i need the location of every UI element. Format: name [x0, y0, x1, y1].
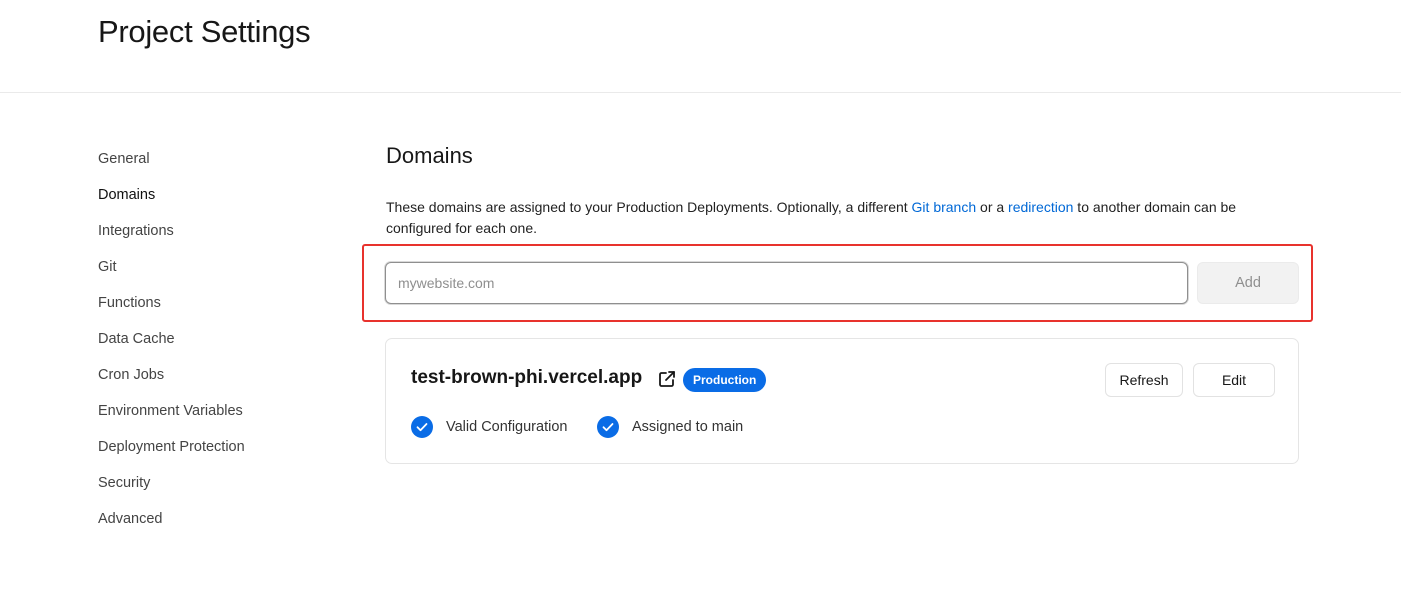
status-valid-configuration: Valid Configuration — [411, 416, 567, 438]
external-link-icon[interactable] — [657, 369, 677, 389]
section-title: Domains — [386, 143, 473, 168]
domain-link[interactable]: test-brown-phi.vercel.app — [411, 367, 642, 389]
status-label: Valid Configuration — [446, 419, 568, 435]
sidebar-item-deployment-protection[interactable]: Deployment Protection — [98, 436, 245, 472]
sidebar-item-data-cache[interactable]: Data Cache — [98, 328, 245, 364]
settings-sidebar: General Domains Integrations Git Functio… — [98, 148, 245, 544]
add-domain-button[interactable]: Add — [1197, 262, 1299, 304]
check-circle-icon — [597, 416, 619, 438]
status-assigned-branch: Assigned to main — [597, 416, 743, 438]
sidebar-item-domains[interactable]: Domains — [98, 184, 245, 220]
page-title: Project Settings — [98, 14, 311, 49]
refresh-button[interactable]: Refresh — [1105, 363, 1183, 397]
sidebar-item-functions[interactable]: Functions — [98, 292, 245, 328]
edit-button[interactable]: Edit — [1193, 363, 1275, 397]
sidebar-item-security[interactable]: Security — [98, 472, 245, 508]
check-circle-icon — [411, 416, 433, 438]
description-text: or a — [976, 199, 1009, 215]
production-badge: Production — [683, 368, 767, 392]
sidebar-item-git[interactable]: Git — [98, 256, 245, 292]
git-branch-link[interactable]: Git branch — [912, 199, 977, 215]
status-label: Assigned to main — [632, 419, 744, 435]
sidebar-item-general[interactable]: General — [98, 148, 245, 184]
sidebar-item-integrations[interactable]: Integrations — [98, 220, 245, 256]
domain-input[interactable] — [385, 262, 1188, 304]
sidebar-item-environment-variables[interactable]: Environment Variables — [98, 400, 245, 436]
page-header: Project Settings — [0, 0, 1401, 93]
sidebar-item-cron-jobs[interactable]: Cron Jobs — [98, 364, 245, 400]
description-text: These domains are assigned to your Produ… — [386, 199, 912, 215]
section-description: These domains are assigned to your Produ… — [386, 197, 1286, 239]
redirection-link[interactable]: redirection — [1008, 199, 1073, 215]
sidebar-item-advanced[interactable]: Advanced — [98, 508, 245, 544]
domain-card: test-brown-phi.vercel.app Production Ref… — [385, 338, 1299, 464]
